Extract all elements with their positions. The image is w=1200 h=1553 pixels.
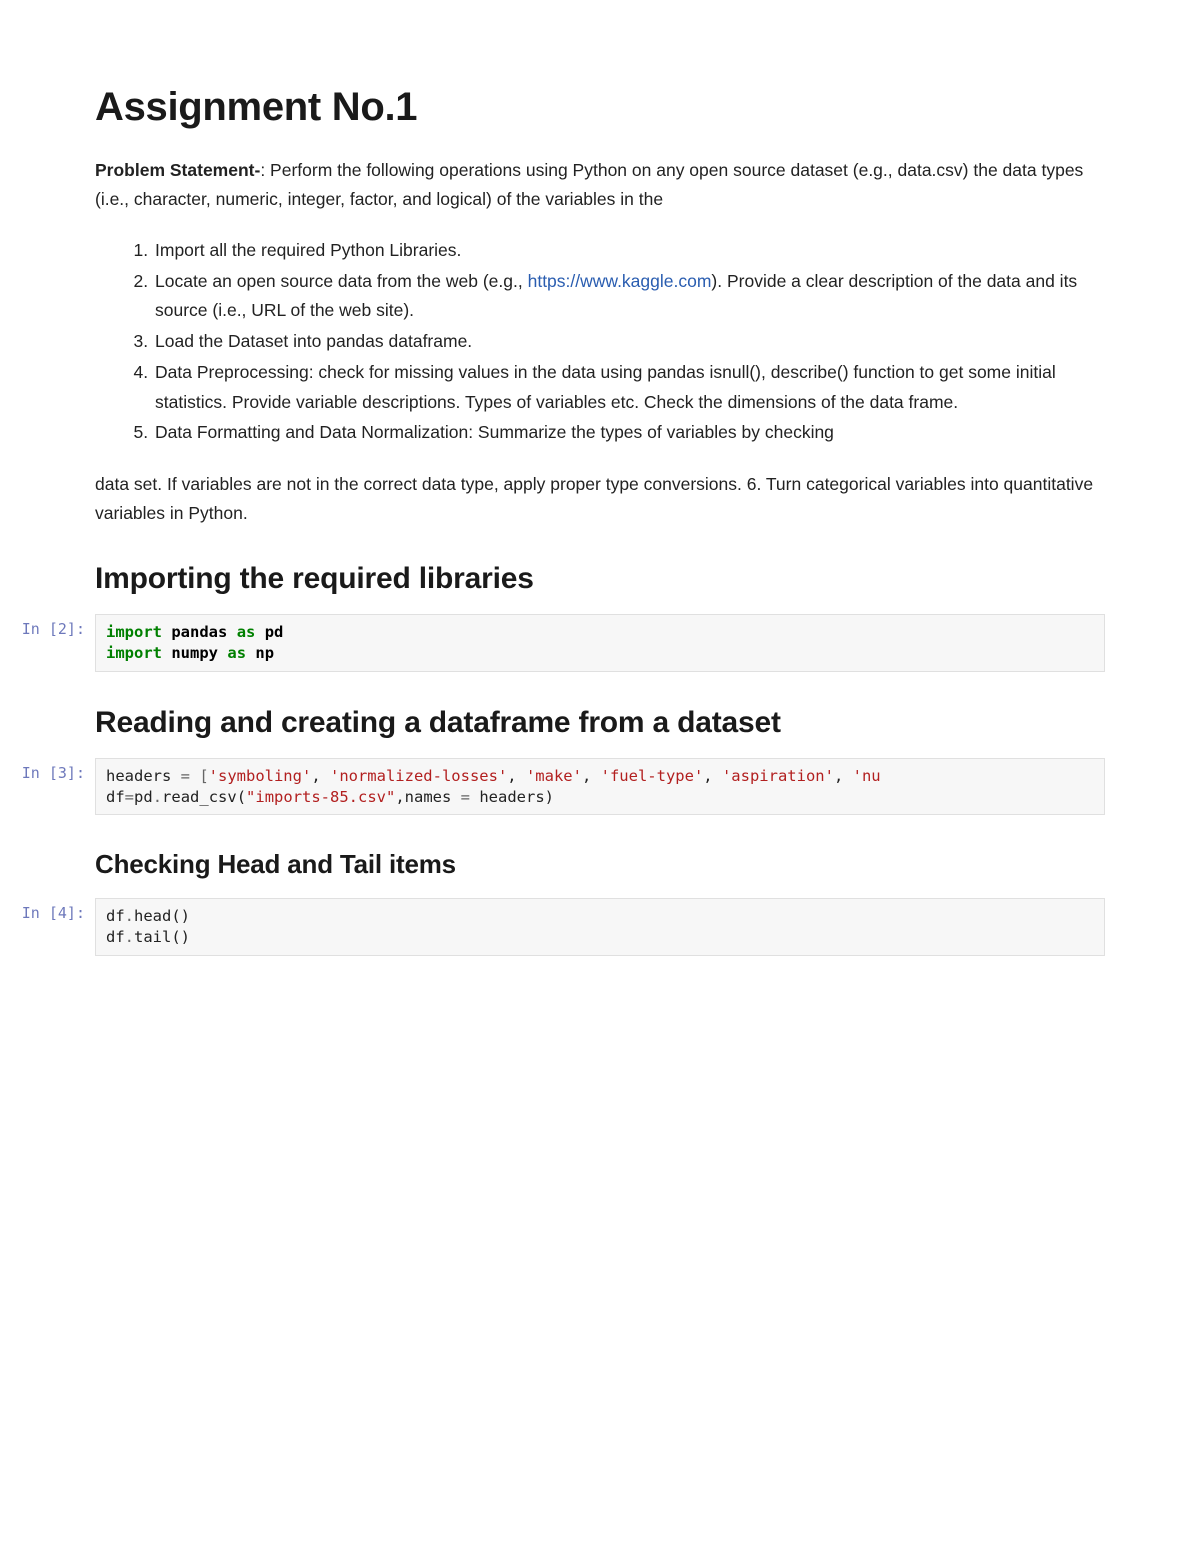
step-4: Data Preprocessing: check for missing va…	[153, 358, 1105, 418]
code-cell-2: In [2]: import pandas as pd import numpy…	[5, 614, 1105, 672]
step-2: Locate an open source data from the web …	[153, 267, 1105, 327]
step-2-pre: Locate an open source data from the web …	[155, 271, 528, 291]
step-3: Load the Dataset into pandas dataframe.	[153, 327, 1105, 357]
code-input[interactable]: import pandas as pd import numpy as np	[95, 614, 1105, 672]
section-read-heading: Reading and creating a dataframe from a …	[95, 706, 1105, 740]
code-input[interactable]: headers = ['symboling', 'normalized-loss…	[95, 758, 1105, 816]
kaggle-link[interactable]: https://www.kaggle.com	[528, 271, 712, 291]
document-page: Assignment No.1 Problem Statement-: Perf…	[0, 0, 1200, 1006]
step-5: Data Formatting and Data Normalization: …	[153, 418, 1105, 448]
prompt-label: In [2]:	[5, 614, 95, 638]
prompt-label: In [3]:	[5, 758, 95, 782]
prompt-label: In [4]:	[5, 898, 95, 922]
code-cell-4: In [4]: df.head() df.tail()	[5, 898, 1105, 956]
code-cell-3: In [3]: headers = ['symboling', 'normali…	[5, 758, 1105, 816]
page-title: Assignment No.1	[95, 85, 1105, 130]
problem-statement: Problem Statement-: Perform the followin…	[95, 156, 1105, 214]
problem-statement-label: Problem Statement-	[95, 160, 260, 180]
section-headtail-heading: Checking Head and Tail items	[95, 849, 1105, 880]
section-import-heading: Importing the required libraries	[95, 562, 1105, 596]
steps-list: Import all the required Python Libraries…	[95, 236, 1105, 448]
trailing-paragraph: data set. If variables are not in the co…	[95, 470, 1105, 528]
step-1: Import all the required Python Libraries…	[153, 236, 1105, 266]
code-input[interactable]: df.head() df.tail()	[95, 898, 1105, 956]
